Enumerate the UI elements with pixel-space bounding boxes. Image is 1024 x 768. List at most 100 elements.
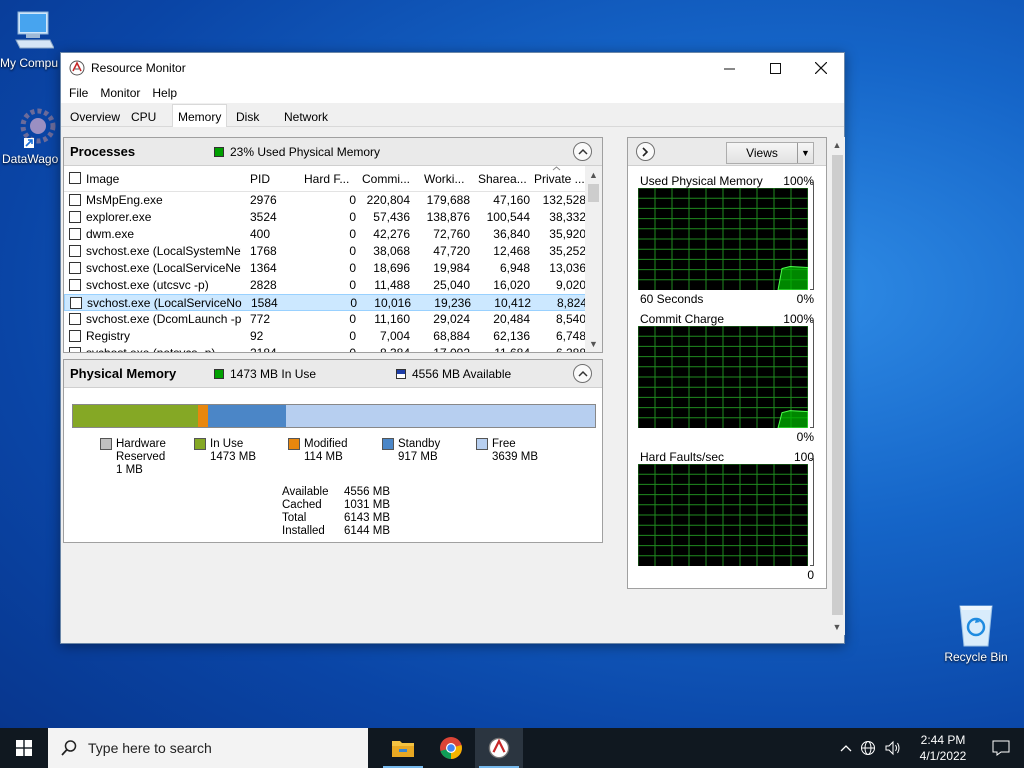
scroll-thumb[interactable] [588, 184, 599, 202]
select-all-checkbox[interactable] [69, 172, 81, 184]
memory-bar-segment-modified [198, 405, 208, 427]
table-row[interactable]: svchost.exe (netsvcs -p) 2184 0 8,384 17,092… [64, 345, 602, 352]
title-bar[interactable]: Resource Monitor [61, 53, 844, 83]
maximize-button[interactable] [752, 53, 798, 83]
column-header-private[interactable]: Private ... [534, 172, 586, 186]
legend-value: 3639 MB [492, 451, 539, 463]
table-row[interactable]: MsMpEng.exe 2976 0 220,804 179,688 47,160 132,… [64, 192, 602, 209]
menu-file[interactable]: File [63, 86, 94, 100]
taskbar-resource-monitor[interactable] [475, 728, 523, 768]
tab-disk[interactable]: Disk [231, 107, 264, 127]
close-button[interactable] [798, 53, 844, 83]
physical-memory-header[interactable]: Physical Memory 1473 MB In Use 4556 MB A… [64, 360, 602, 388]
desktop-icon-label: Recycle Bin [944, 650, 1008, 664]
column-header-working[interactable]: Worki... [424, 172, 470, 186]
tab-network[interactable]: Network [279, 107, 333, 127]
taskbar: Type here to search 2:44 PM 4/1/2022 [0, 728, 1024, 768]
row-checkbox[interactable] [69, 245, 81, 257]
menu-monitor[interactable]: Monitor [94, 86, 146, 100]
tab-overview[interactable]: Overview [65, 107, 125, 127]
cell-pid: 2976 [250, 193, 277, 207]
notifications-button[interactable] [978, 728, 1024, 768]
column-header-hard-faults[interactable]: Hard F... [304, 172, 356, 186]
desktop-icon-recycle-bin[interactable]: Recycle Bin [940, 600, 1012, 664]
scroll-up-icon[interactable]: ▲ [829, 137, 845, 153]
row-checkbox[interactable] [69, 194, 81, 206]
folder-icon [392, 741, 414, 757]
taskbar-clock[interactable]: 2:44 PM 4/1/2022 [908, 732, 978, 764]
dropdown-arrow-icon: ▼ [797, 143, 813, 163]
legend-text: Hardware Reserved 1 MB [116, 438, 166, 477]
legend-swatch [382, 438, 394, 450]
table-row[interactable]: svchost.exe (DcomLaunch -p) 772 0 11,160 29,… [64, 311, 602, 328]
desktop-icon-my-computer[interactable]: My Compu [0, 10, 62, 70]
tab-memory[interactable]: Memory [172, 104, 228, 128]
legend-text: In Use 1473 MB [210, 438, 256, 464]
taskbar-chrome[interactable] [427, 728, 475, 768]
graph-min: 0 [807, 568, 814, 582]
table-row[interactable]: svchost.exe (LocalServiceNo... 1584 0 10,01… [64, 294, 602, 311]
row-checkbox[interactable] [69, 228, 81, 240]
start-button[interactable] [0, 728, 48, 768]
cell-hard-faults: 0 [349, 261, 356, 275]
table-row[interactable]: explorer.exe 3524 0 57,436 138,876 100,544 38,… [64, 209, 602, 226]
cell-pid: 1768 [250, 244, 277, 258]
physical-memory-collapse-button[interactable] [573, 364, 592, 383]
row-checkbox[interactable] [69, 313, 81, 325]
graph-svg [637, 463, 809, 566]
legend-value: 1 MB [116, 464, 143, 476]
processes-header[interactable]: Processes 23% Used Physical Memory [64, 138, 602, 166]
column-header-pid[interactable]: PID [250, 172, 300, 186]
graph-title: Commit Charge [640, 312, 725, 326]
table-row[interactable]: dwm.exe 400 0 42,276 72,760 36,840 35,920 [64, 226, 602, 243]
cell-image: Registry [86, 329, 131, 343]
scroll-thumb[interactable] [832, 155, 843, 615]
processes-table: Image PID Hard F... Commi... Worki... Sh… [64, 166, 602, 352]
row-checkbox[interactable] [69, 330, 81, 342]
tab-cpu[interactable]: CPU [126, 107, 161, 127]
scroll-up-icon[interactable]: ▲ [585, 166, 602, 183]
minimize-button[interactable] [706, 53, 752, 83]
cell-commit: 38,068 [373, 244, 410, 258]
row-checkbox[interactable] [69, 211, 81, 223]
chevron-up-icon[interactable] [840, 744, 852, 752]
processes-collapse-button[interactable] [573, 142, 592, 161]
legend-name: Modified [304, 438, 348, 450]
cell-pid: 1584 [251, 296, 278, 310]
column-header-image[interactable]: Image [86, 172, 236, 186]
table-row[interactable]: svchost.exe (LocalSystemNet... 1768 0 38,06… [64, 243, 602, 260]
cell-private: 13,036 [549, 261, 586, 275]
resource-monitor-window: Resource Monitor File Monitor Help Overv… [60, 52, 845, 644]
search-icon [61, 740, 77, 756]
column-header-shareable[interactable]: Sharea... [478, 172, 530, 186]
row-checkbox[interactable] [70, 297, 82, 309]
views-dropdown[interactable]: Views ▼ [726, 142, 814, 164]
cell-private: 6,748 [555, 329, 586, 343]
collapse-graphs-button[interactable] [636, 142, 655, 161]
taskbar-file-explorer[interactable] [379, 728, 427, 768]
scroll-down-icon[interactable]: ▼ [829, 619, 845, 635]
table-row[interactable]: svchost.exe (LocalServiceNet... 1364 0 18,6… [64, 260, 602, 277]
graphs-header: Views ▼ [628, 138, 826, 166]
cell-image: dwm.exe [86, 227, 135, 241]
cell-private: 35,252 [549, 244, 586, 258]
graphs-scrollbar[interactable]: ▲ ▼ [829, 137, 845, 635]
scroll-down-icon[interactable]: ▼ [585, 335, 602, 352]
network-globe-icon[interactable] [860, 740, 876, 756]
desktop-icon-datawagon[interactable]: DataWago [2, 106, 62, 166]
volume-icon[interactable] [884, 740, 902, 756]
sort-indicator-icon [552, 166, 561, 171]
menu-help[interactable]: Help [146, 86, 183, 100]
graph-plot-area [637, 325, 809, 429]
cell-private: 8,540 [555, 312, 586, 326]
cell-shareable: 12,468 [493, 244, 530, 258]
table-row[interactable]: svchost.exe (utcsvc -p) 2828 0 11,488 25,040… [64, 277, 602, 294]
row-checkbox[interactable] [69, 262, 81, 274]
row-checkbox[interactable] [69, 279, 81, 291]
processes-scrollbar[interactable]: ▲ ▼ [585, 166, 602, 352]
row-checkbox[interactable] [69, 347, 81, 352]
table-header: Image PID Hard F... Commi... Worki... Sh… [64, 166, 602, 192]
table-row[interactable]: Registry 92 0 7,004 68,884 62,136 6,748 [64, 328, 602, 345]
taskbar-search[interactable]: Type here to search [48, 728, 368, 768]
column-header-commit[interactable]: Commi... [362, 172, 410, 186]
